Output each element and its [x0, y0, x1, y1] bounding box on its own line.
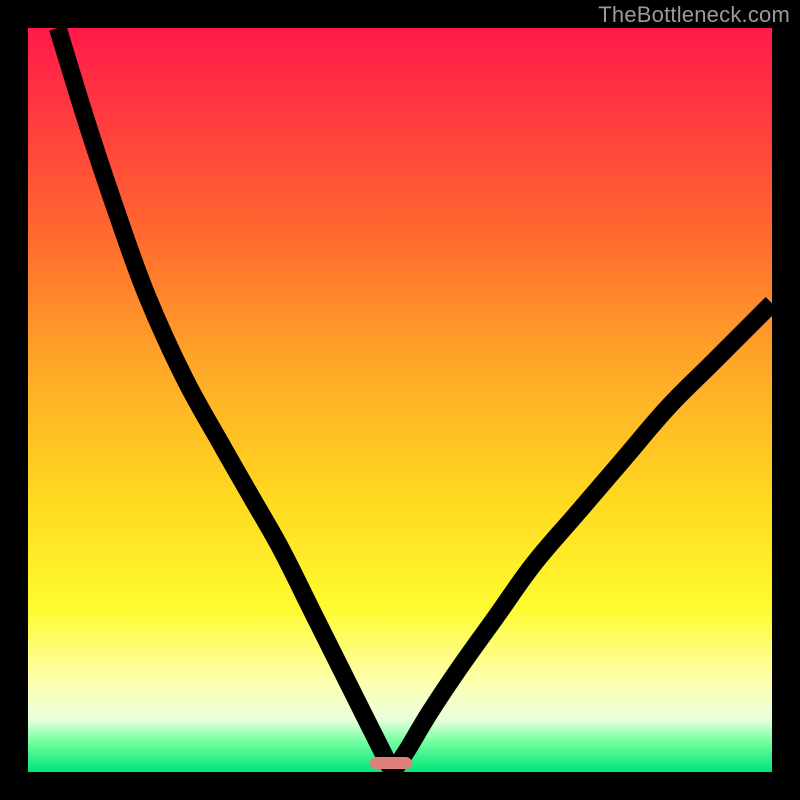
plot-area [28, 28, 772, 772]
watermark-text: TheBottleneck.com [598, 2, 790, 28]
bottleneck-curve [28, 28, 772, 772]
curve-left-branch [58, 28, 393, 772]
curve-right-branch [393, 303, 772, 772]
chart-frame: TheBottleneck.com [0, 0, 800, 800]
optimal-point-marker [370, 757, 412, 769]
